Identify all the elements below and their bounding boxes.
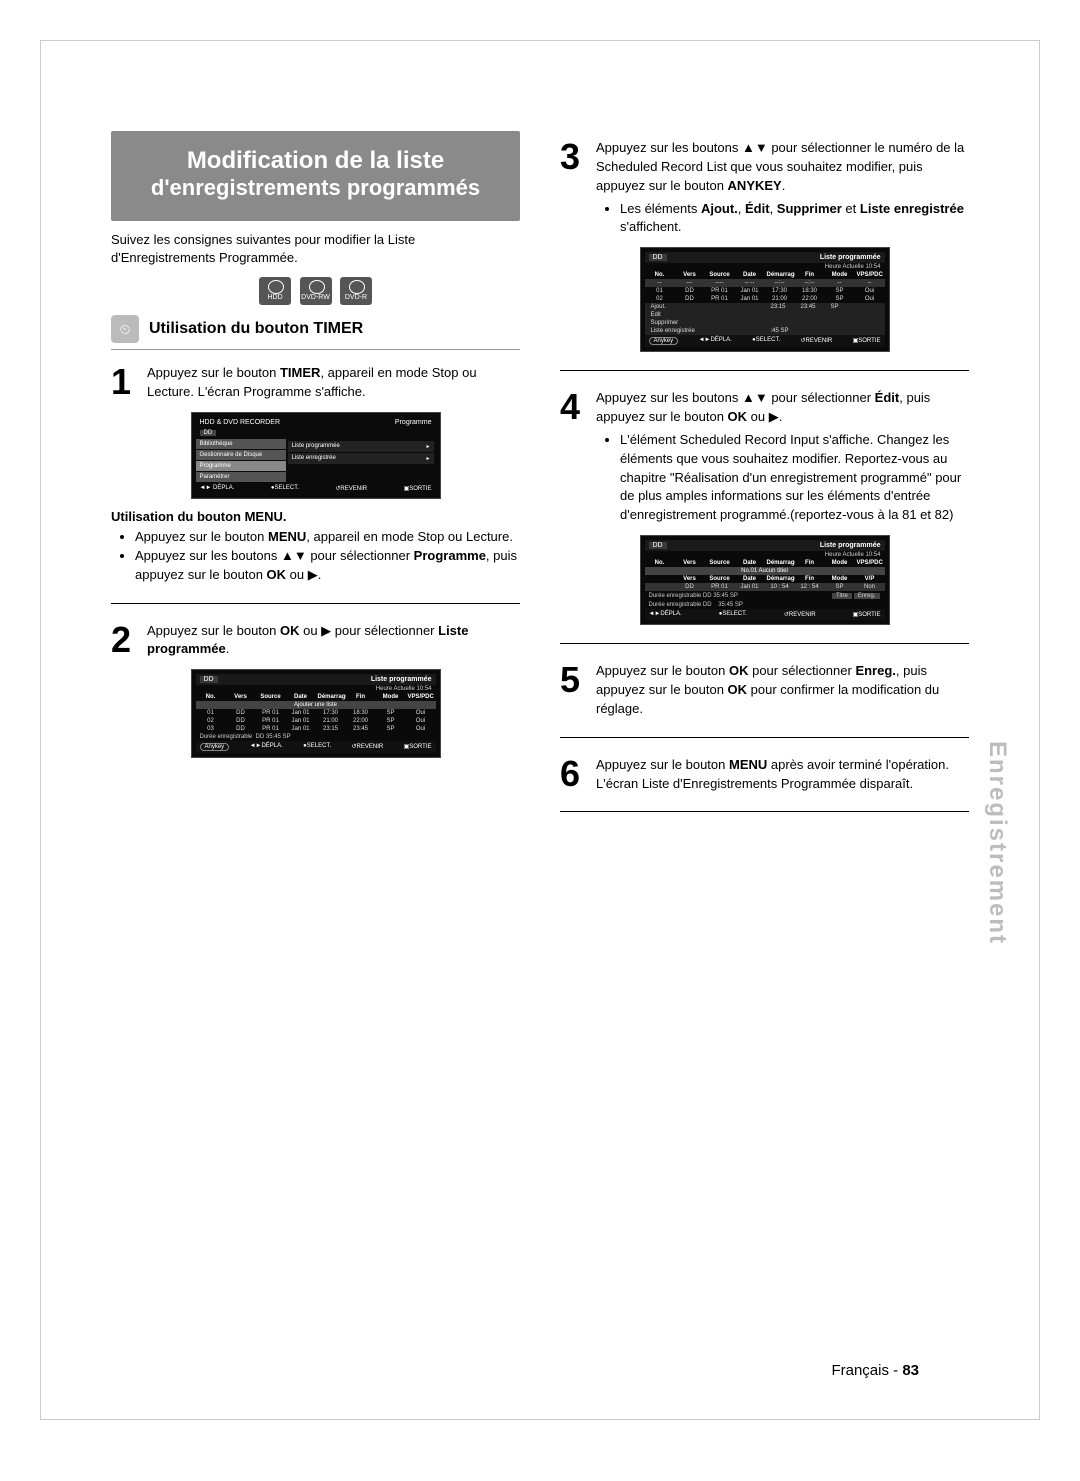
section-title-timer: Utilisation du bouton TIMER xyxy=(149,320,363,338)
arrow-icon: ▸ xyxy=(426,455,429,462)
table-row: 02DDPR 01Jan 0121:0022:00SPOui xyxy=(196,717,436,725)
tv3-sub: Heure Actuelle 10:54 xyxy=(645,263,885,271)
ctx-supprimer: Supprimer xyxy=(645,319,885,327)
tv3-title: Liste programmée xyxy=(820,254,881,261)
tvmenu-foot-select: ●SELECT. xyxy=(271,485,299,492)
ctx-edit: Édit xyxy=(645,311,885,319)
step-3: 3 Appuyez sur les boutons ▲▼ pour sélect… xyxy=(560,139,969,237)
table-row: 01DDPR 01Jan 0117:3018:30SPOui xyxy=(645,287,885,295)
timer-icon: ⏲ xyxy=(111,315,139,343)
step4-bullet: L'élément Scheduled Record Input s'affic… xyxy=(620,431,969,525)
table-row: 01DDPR 01Jan 0117:3018:30SPOui xyxy=(196,709,436,717)
tv4-sub: Heure Actuelle 10:54 xyxy=(645,551,885,559)
tvmenu-top-left: HDD & DVD RECORDER xyxy=(200,419,281,426)
tv2-sub: Heure Actuelle 10:54 xyxy=(196,685,436,693)
tv-screenshot-menu: HDD & DVD RECORDER Programme DD Biblioth… xyxy=(191,412,441,499)
tv4-mid: No.01 Aucun titiel xyxy=(645,567,885,575)
table-row: 02DDPR 01Jan 0121:0022:00SPOui xyxy=(645,295,885,303)
table-row: 03DDPR 01Jan 0123:1523:45SPOui xyxy=(196,725,436,733)
tvmenu-bibliotheque: Bibliothèque xyxy=(196,439,286,449)
intro-text: Suivez les consignes suivantes pour modi… xyxy=(111,231,520,267)
tvmenu-foot-sortie: ▣SORTIE xyxy=(404,485,432,492)
hdd-icon: HDD xyxy=(259,277,291,305)
menu-bullet-2: Appuyez sur les boutons ▲▼ pour sélectio… xyxy=(135,547,520,585)
tvmenu-liste-enr: Liste enregistrée xyxy=(292,455,336,462)
step-5: 5 Appuyez sur le bouton OK pour sélectio… xyxy=(560,662,969,719)
manual-page: Modification de la liste d'enregistremen… xyxy=(40,40,1040,1420)
tv2-note-val: DD 35:45 SP xyxy=(256,734,291,740)
step-4: 4 Appuyez sur les boutons ▲▼ pour sélect… xyxy=(560,389,969,525)
step3-bullet: Les éléments Ajout., Édit, Supprimer et … xyxy=(620,200,969,238)
step-number-1: 1 xyxy=(111,364,139,402)
tvmenu-top-right: Programme xyxy=(395,419,432,426)
menu-bullet-1: Appuyez sur le bouton MENU, appareil en … xyxy=(135,528,520,547)
tv-screenshot-list: DDListe programmée Heure Actuelle 10:54 … xyxy=(191,669,441,758)
step-1: 1 Appuyez sur le bouton TIMER, appareil … xyxy=(111,364,520,402)
tv3-headers: No.VersSourceDateDémarrageFinModeVPS/PDC xyxy=(645,271,885,279)
tv2-title: Liste programmée xyxy=(371,676,432,683)
tv4-title: Liste programmée xyxy=(820,542,881,549)
tvmenu-parametrer: Paramétrer xyxy=(196,472,286,482)
tvmenu-foot-revenir: ↺REVENIR xyxy=(335,485,367,492)
right-column: 3 Appuyez sur les boutons ▲▼ pour sélect… xyxy=(560,131,969,830)
dvd-r-icon: DVD-R xyxy=(340,277,372,305)
step1-bold: TIMER xyxy=(280,365,320,380)
step-number-2: 2 xyxy=(111,622,139,660)
left-column: Modification de la liste d'enregistremen… xyxy=(111,131,520,830)
arrow-icon: ▸ xyxy=(426,443,429,450)
step-6: 6 Appuyez sur le bouton MENU après avoir… xyxy=(560,756,969,794)
tv2-headers: No.VersSourceDateDémarrageFinModeVPS/PDC xyxy=(196,693,436,701)
tv2-anykey: Anykey xyxy=(200,743,230,751)
tv4-btn-enreg: Enreg. xyxy=(854,593,880,599)
table-row: DDPR 01Jan 0110 : 5412 : 54SPNon xyxy=(645,583,885,591)
tv4-btn-titre: Titre xyxy=(832,593,852,599)
title-line-2: d'enregistrements programmés xyxy=(119,175,512,201)
ctx-liste-enr: Liste enregistrée:45 SP xyxy=(645,327,885,335)
side-tab: Enregistrement xyxy=(983,741,1011,945)
ctx-ajout: Ajout.23:1523:45SP xyxy=(645,303,885,311)
step-number-3: 3 xyxy=(560,139,588,237)
step-number-6: 6 xyxy=(560,756,588,794)
page-title-box: Modification de la liste d'enregistremen… xyxy=(111,131,520,221)
tvmenu-programme: Programme xyxy=(196,461,286,471)
disc-icons: HDD DVD-RW DVD-R xyxy=(111,277,520,305)
tvmenu-foot-depla: ◄► DÉPLA. xyxy=(200,485,235,492)
tv4-h2: VersSourceDateDémarrageFinModeV/P xyxy=(645,575,885,583)
tvmenu-liste-prog: Liste programmée xyxy=(292,443,340,450)
step1-text: Appuyez sur le bouton xyxy=(147,365,280,380)
tv3-anykey: Anykey xyxy=(649,337,679,345)
step-2: 2 Appuyez sur le bouton OK ou ▶ pour sél… xyxy=(111,622,520,660)
title-line-1: Modification de la liste xyxy=(119,147,512,175)
tv-screenshot-edit: DDListe programmée Heure Actuelle 10:54 … xyxy=(640,535,890,625)
page-footer: Français - 83 xyxy=(831,1362,919,1379)
tv4-headers: No.VersSourceDateDémarrageFinModeVPS/PDC xyxy=(645,559,885,567)
step-number-4: 4 xyxy=(560,389,588,525)
subhead-menu: Utilisation du bouton MENU. xyxy=(111,509,520,524)
tv4-dd: DD xyxy=(649,542,667,549)
step-number-5: 5 xyxy=(560,662,588,719)
tv3-dd: DD xyxy=(649,254,667,261)
tvmenu-dd: DD xyxy=(200,430,217,436)
tv2-dd: DD xyxy=(200,676,218,683)
tv2-midbar: Ajouter une liste xyxy=(196,701,436,709)
table-row: ----------- ----:----:------ xyxy=(645,279,885,287)
tv-screenshot-context: DDListe programmée Heure Actuelle 10:54 … xyxy=(640,247,890,352)
tvmenu-gestionnaire: Gestionnaire de Disque xyxy=(196,450,286,460)
tv2-note-label: Durée enregistrable xyxy=(200,734,253,740)
dvd-rw-icon: DVD-RW xyxy=(300,277,332,305)
